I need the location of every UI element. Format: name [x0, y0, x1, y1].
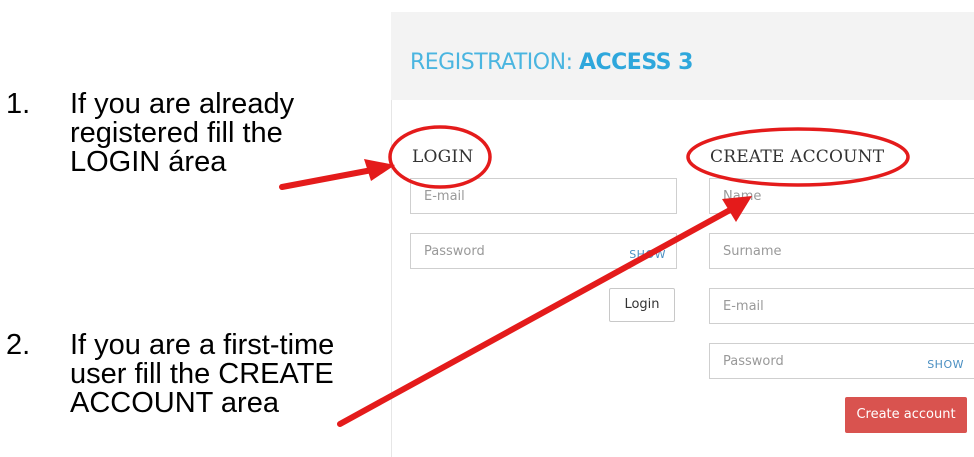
instruction-1-line-2: registered fill the [70, 117, 283, 149]
create-account-button[interactable]: Create account [845, 397, 967, 433]
create-email-placeholder: E-mail [723, 299, 764, 314]
login-password-field[interactable]: Password SHOW [410, 233, 677, 269]
instruction-2-line-2: user fill the CREATE [70, 358, 334, 390]
create-name-field[interactable]: Name [709, 178, 974, 214]
create-password-placeholder: Password [723, 354, 784, 369]
instruction-1-line-3: LOGIN área [70, 146, 227, 178]
create-surname-field[interactable]: Surname [709, 233, 974, 269]
login-show-password-toggle[interactable]: SHOW [629, 248, 666, 261]
instruction-1-number: 1. [6, 88, 31, 120]
create-password-field[interactable]: Password SHOW [709, 343, 974, 379]
instruction-2-line-3: ACCOUNT area [70, 387, 279, 419]
arrow-to-login-icon [279, 159, 395, 190]
panel-title-lead: REGISTRATION: [410, 50, 579, 75]
create-name-placeholder: Name [723, 189, 762, 204]
create-email-field[interactable]: E-mail [709, 288, 974, 324]
create-surname-placeholder: Surname [723, 244, 782, 259]
instruction-2-line-1: If you are a first-time [70, 329, 335, 361]
login-email-placeholder: E-mail [424, 189, 465, 204]
login-password-placeholder: Password [424, 244, 485, 259]
instruction-1-line-1: If you are already [70, 88, 295, 120]
login-email-field[interactable]: E-mail [410, 178, 677, 214]
panel-title: REGISTRATION: ACCESS 3 [410, 50, 693, 75]
panel-title-bold: ACCESS 3 [578, 50, 694, 75]
login-button[interactable]: Login [609, 288, 675, 322]
create-account-section-label: CREATE ACCOUNT [710, 147, 885, 167]
instruction-2-number: 2. [6, 329, 31, 361]
panel-header: REGISTRATION: ACCESS 3 [391, 12, 974, 100]
login-section-label: LOGIN [412, 147, 474, 167]
create-show-password-toggle[interactable]: SHOW [927, 358, 964, 371]
